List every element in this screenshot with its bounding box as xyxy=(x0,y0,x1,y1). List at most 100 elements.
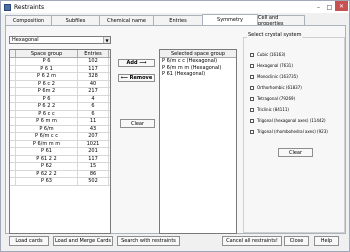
add-button[interactable]: Add ⟶ xyxy=(118,59,155,67)
checkbox[interactable] xyxy=(250,52,254,57)
table-row[interactable]: P 6m 2 217 xyxy=(10,88,110,96)
space-group-cell: P 6/m c c xyxy=(16,133,78,140)
close-button[interactable]: Close xyxy=(284,236,309,246)
table-row[interactable]: P 6 m m 11 xyxy=(10,118,110,126)
space-group-cell: P 6/m m m xyxy=(16,140,78,147)
chevron-down-icon[interactable]: ▼ xyxy=(103,37,110,43)
checkbox[interactable] xyxy=(250,96,254,101)
checkbox-label: Trigonal (rhombohedral axes) (923) xyxy=(257,129,328,134)
list-item[interactable]: P 61 (Hexagonal) xyxy=(160,71,236,78)
clear-selected-button[interactable]: Clear xyxy=(120,119,155,128)
checkbox[interactable] xyxy=(250,107,254,112)
checkbox[interactable] xyxy=(250,63,254,68)
checkbox-label: Orthorhombic (61837) xyxy=(257,85,302,90)
entries-cell: 201 xyxy=(78,148,109,155)
tab-subfiles[interactable]: Subfiles xyxy=(51,15,100,25)
entries-cell: 217 xyxy=(78,88,109,95)
checkbox-tetragonal[interactable]: Tetragonal (79269) xyxy=(250,96,295,101)
tab-cell-and-properties[interactable]: Cell and properties xyxy=(257,15,305,27)
crystal-system-dropdown[interactable]: Hexagonal ▼ xyxy=(9,36,111,44)
column-header-entries[interactable]: Entries xyxy=(78,50,109,57)
space-group-table: Space group Entries P 6 102 P 6 1 117 P 6 2 … xyxy=(9,49,111,234)
space-group-cell: P 6 xyxy=(16,58,78,65)
space-group-cell: P 6 xyxy=(16,95,78,102)
entries-cell: 328 xyxy=(78,73,109,80)
checkbox-trigonal-hexagonal[interactable]: Trigonal (hexagonal axes) (11442) xyxy=(250,118,326,123)
entries-cell: 6 xyxy=(78,103,109,110)
table-row[interactable]: P 64 xyxy=(10,95,110,103)
table-row[interactable]: P 61 201 xyxy=(10,148,110,156)
checkbox-label: Cubic (16163) xyxy=(257,52,286,57)
checkbox[interactable] xyxy=(250,74,254,79)
table-row[interactable]: P 61 2 2 117 xyxy=(10,155,110,163)
table-row[interactable]: P 6 1 117 xyxy=(10,65,110,73)
entries-cell: 40 xyxy=(78,80,109,87)
table-row[interactable]: P 62 2 2 86 xyxy=(10,170,110,178)
entries-cell: 1021 xyxy=(78,140,109,147)
space-group-cell: P 62 2 2 xyxy=(16,170,78,177)
checkbox[interactable] xyxy=(250,129,254,134)
space-group-cell: P 62 xyxy=(16,163,78,170)
window-title: Restraints xyxy=(14,3,45,11)
table-row[interactable]: P 6 2 m 328 xyxy=(10,73,110,81)
table-row[interactable]: P 63 502 xyxy=(10,178,110,186)
entries-cell: 15 xyxy=(78,163,109,170)
checkbox-monoclinic[interactable]: Monoclinic (163735) xyxy=(250,74,298,79)
selected-list-header: Selected space group xyxy=(160,50,236,58)
checkbox-label: Tetragonal (79269) xyxy=(257,96,296,101)
checkbox-trigonal-rhombohedral[interactable]: Trigonal (rhombohedral axes) (923) xyxy=(250,129,328,134)
checkbox-label: Monoclinic (163735) xyxy=(257,74,298,79)
space-group-cell: P 6m 2 xyxy=(16,88,78,95)
entries-cell: 102 xyxy=(78,58,109,65)
table-row[interactable]: P 6 c 2 40 xyxy=(10,80,110,88)
space-group-cell: P 6 2 2 xyxy=(16,103,78,110)
checkbox-orthorhombic[interactable]: Orthorhombic (61837) xyxy=(250,85,302,90)
entries-cell: 207 xyxy=(78,133,109,140)
space-group-cell: P 6 1 xyxy=(16,65,78,72)
checkbox-triclinic[interactable]: Triclinic (84111) xyxy=(250,107,289,112)
table-row[interactable]: P 62 15 xyxy=(10,163,110,171)
checkbox-hexagonal[interactable]: Hexagonal (7631) xyxy=(250,63,293,68)
table-row[interactable]: P 6/m c c 207 xyxy=(10,133,110,141)
entries-cell: 4 xyxy=(78,95,109,102)
search-with-restraints-button[interactable]: Search with restraints xyxy=(117,236,180,246)
entries-cell: 502 xyxy=(78,178,109,185)
help-button[interactable]: Help xyxy=(314,236,339,246)
title-bar[interactable]: Restraints – □ ✕ xyxy=(1,1,349,13)
checkbox-cubic[interactable]: Cubic (16163) xyxy=(250,52,285,57)
entries-cell: 117 xyxy=(78,155,109,162)
restraints-window: Restraints – □ ✕ Composition Subfiles Ch… xyxy=(0,0,350,252)
tab-chemical-name[interactable]: Chemical name xyxy=(99,15,154,25)
checkbox[interactable] xyxy=(250,85,254,90)
entries-cell: 43 xyxy=(78,125,109,132)
table-row[interactable]: P 6 c c6 xyxy=(10,110,110,118)
maximize-button[interactable]: □ xyxy=(325,3,334,11)
space-group-cell: P 6 c c xyxy=(16,110,78,117)
table-body: P 6 102 P 6 1 117 P 6 2 m 328 P 6 c 2 40 P 6m 22… xyxy=(10,58,110,186)
checkbox[interactable] xyxy=(250,118,254,123)
load-cards-button[interactable]: Load cards xyxy=(9,236,49,246)
checkbox-label: Hexagonal (7631) xyxy=(257,63,293,68)
table-row[interactable]: P 6/m m m 1021 xyxy=(10,140,110,148)
load-and-merge-cards-button[interactable]: Load and Merge Cards xyxy=(53,236,113,246)
space-group-cell: P 6/m xyxy=(16,125,78,132)
table-row[interactable]: P 6 102 xyxy=(10,58,110,66)
clear-crystal-system-button[interactable]: Clear xyxy=(278,148,313,157)
selected-space-group-list: Selected space group P 6/m c c (Hexagona… xyxy=(159,49,237,234)
table-row[interactable]: P 6/m 43 xyxy=(10,125,110,133)
space-group-cell: P 6 c 2 xyxy=(16,80,78,87)
tab-entries[interactable]: Entries xyxy=(153,15,203,25)
minimize-button[interactable]: – xyxy=(314,3,323,11)
cancel-all-restraints-button[interactable]: Cancel all restraints! xyxy=(222,236,282,246)
remove-button[interactable]: ⟵ Remove xyxy=(118,74,155,82)
app-icon xyxy=(4,3,11,11)
close-window-button[interactable]: ✕ xyxy=(335,1,348,11)
space-group-cell: P 61 2 2 xyxy=(16,155,78,162)
space-group-cell: P 6 m m xyxy=(16,118,78,125)
tab-symmetry[interactable]: Symmetry xyxy=(202,14,258,25)
entries-cell: 11 xyxy=(78,118,109,125)
table-header: Space group Entries xyxy=(10,50,110,58)
tab-composition[interactable]: Composition xyxy=(5,15,52,25)
table-row[interactable]: P 6 2 26 xyxy=(10,103,110,111)
column-header-space-group[interactable]: Space group xyxy=(16,50,78,57)
